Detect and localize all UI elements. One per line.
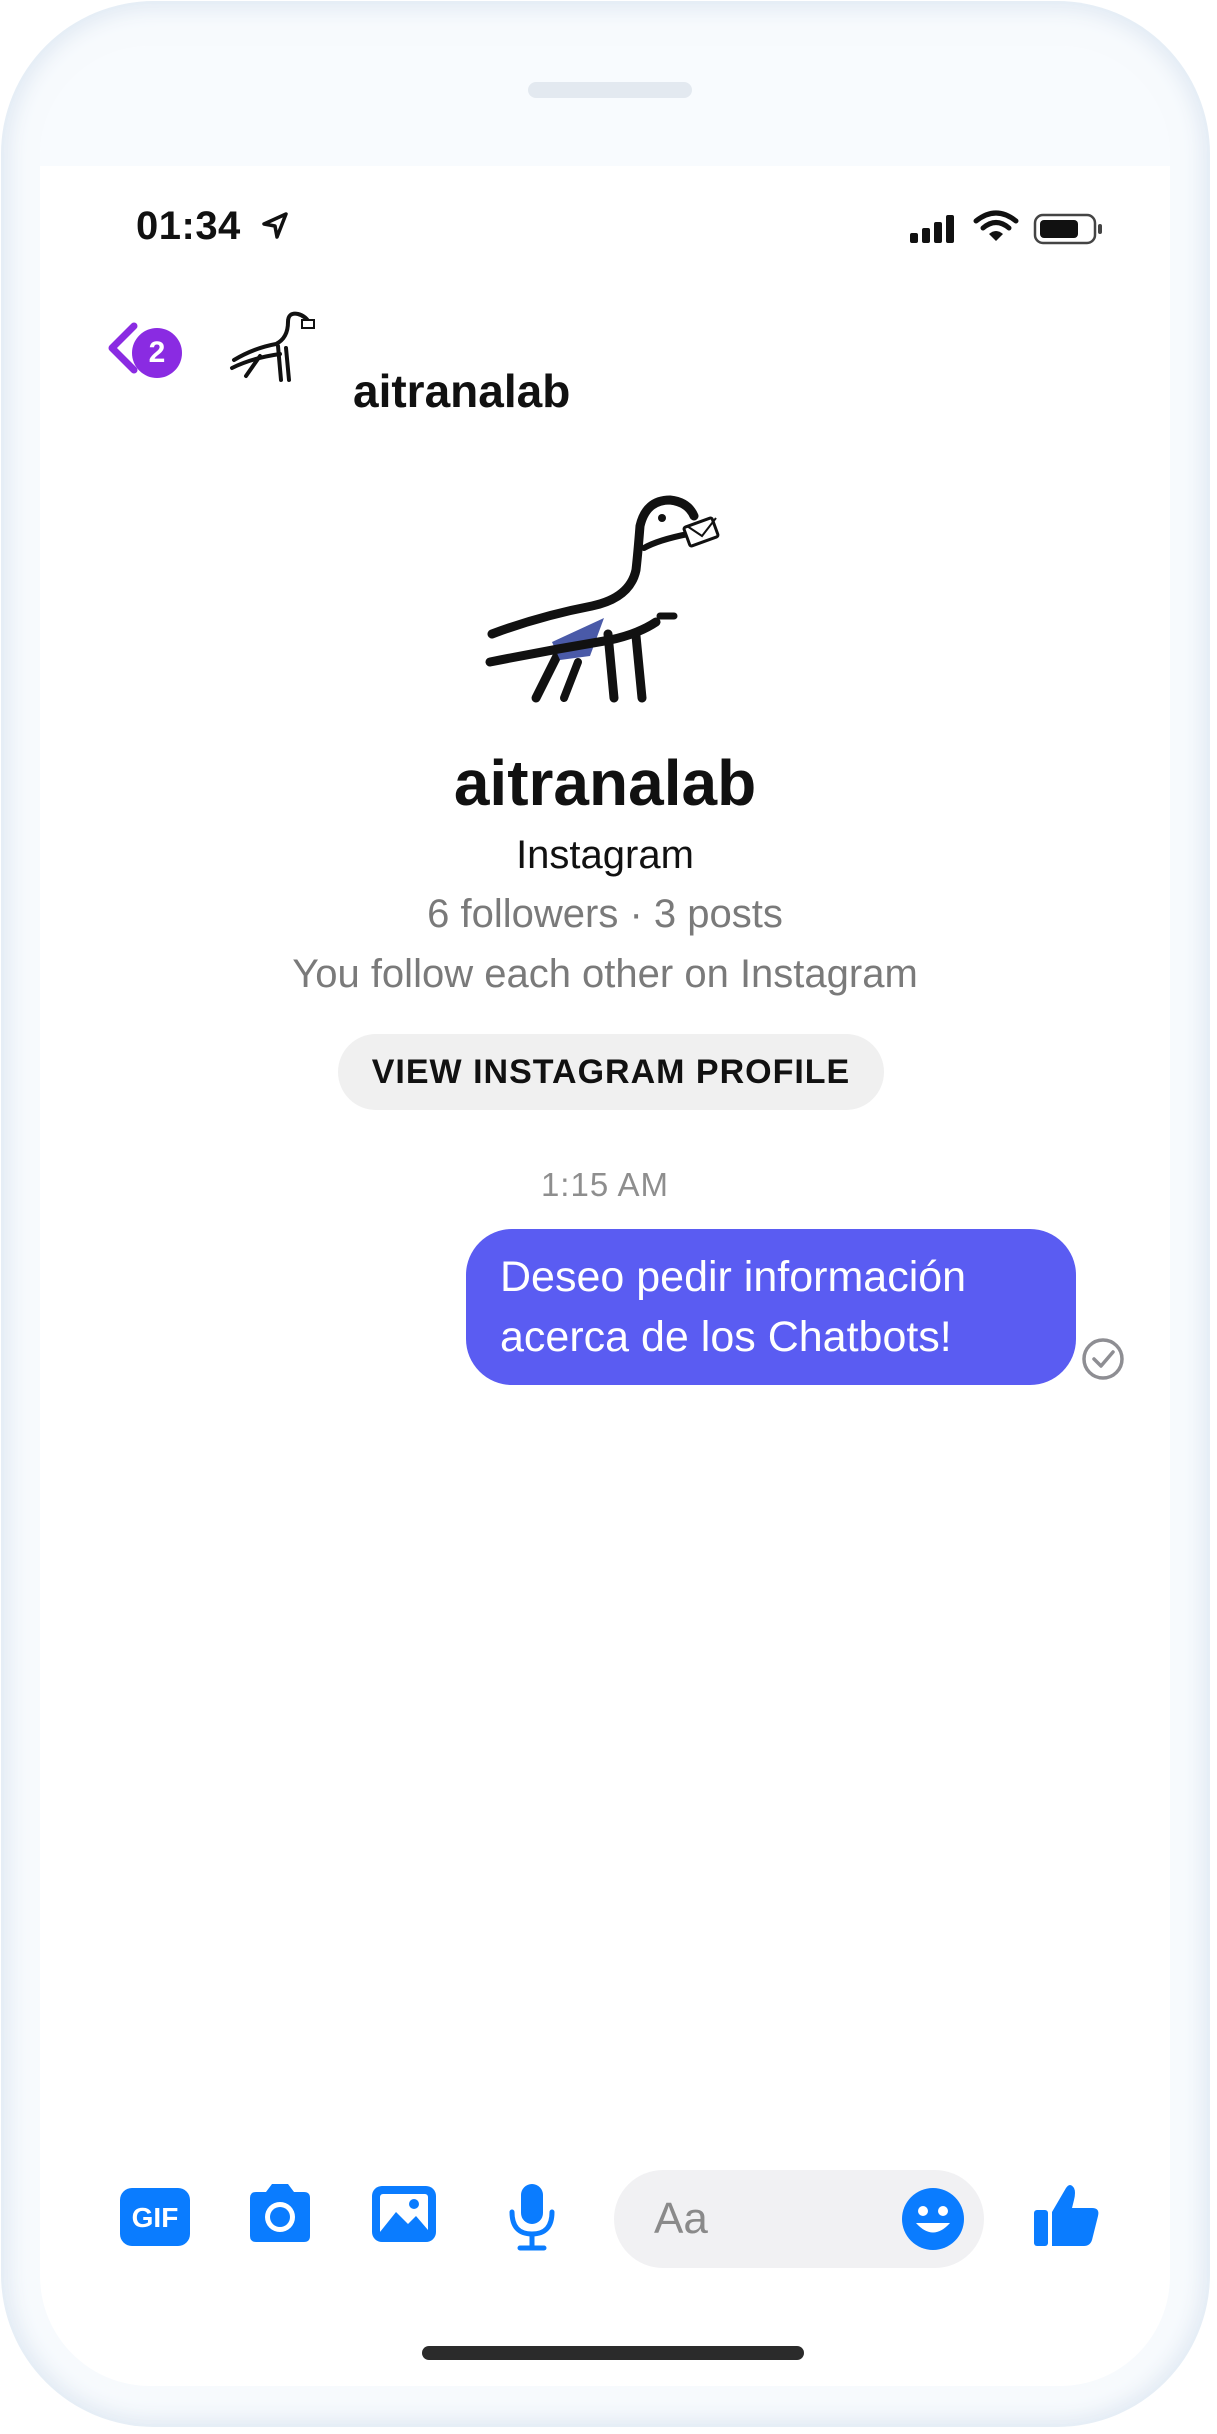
camera-icon[interactable]: [244, 2182, 316, 2246]
speaker-grille: [528, 82, 692, 98]
chat-title[interactable]: aitranalab: [353, 364, 570, 418]
gif-icon[interactable]: GIF: [120, 2184, 192, 2248]
emoji-icon[interactable]: [900, 2186, 966, 2252]
messenger-screen: 01:34 2 aitranalab aitranalab Instagram …: [40, 46, 1170, 2386]
signal-icon: [910, 215, 954, 243]
message-line: Deseo pedir información: [500, 1253, 967, 1301]
profile-source: Instagram: [516, 833, 694, 877]
location-arrow-icon: [262, 212, 288, 239]
outgoing-message-bubble[interactable]: Deseo pedir información acerca de los Ch…: [466, 1229, 1076, 1385]
wifi-icon: [973, 210, 1019, 241]
microphone-icon[interactable]: [504, 2182, 560, 2252]
thumbs-up-icon[interactable]: [1032, 2180, 1102, 2250]
phone-frame: 01:34 2 aitranalab aitranalab Instagram …: [4, 4, 1207, 2424]
message-timestamp: 1:15 AM: [540, 1166, 670, 1203]
follow-status: You follow each other on Instagram: [292, 952, 918, 996]
profile-avatar[interactable]: [480, 466, 740, 726]
profile-stats: 6 followers · 3 posts: [427, 892, 783, 936]
avatar[interactable]: [226, 308, 316, 392]
gif-label: GIF: [132, 2202, 179, 2233]
message-line: acerca de los Chatbots!: [500, 1313, 952, 1361]
profile-name: aitranalab: [453, 747, 757, 819]
image-icon[interactable]: [370, 2182, 440, 2246]
unread-count-badge: 2: [132, 328, 182, 378]
view-instagram-profile-button[interactable]: VIEW INSTAGRAM PROFILE: [338, 1034, 884, 1110]
status-time: 01:34: [136, 204, 241, 248]
home-indicator[interactable]: [422, 2346, 804, 2360]
battery-icon: [1033, 213, 1102, 245]
sent-check-icon: [1082, 1338, 1124, 1380]
back-button[interactable]: 2: [104, 314, 194, 384]
top-bezel: [40, 46, 1170, 166]
